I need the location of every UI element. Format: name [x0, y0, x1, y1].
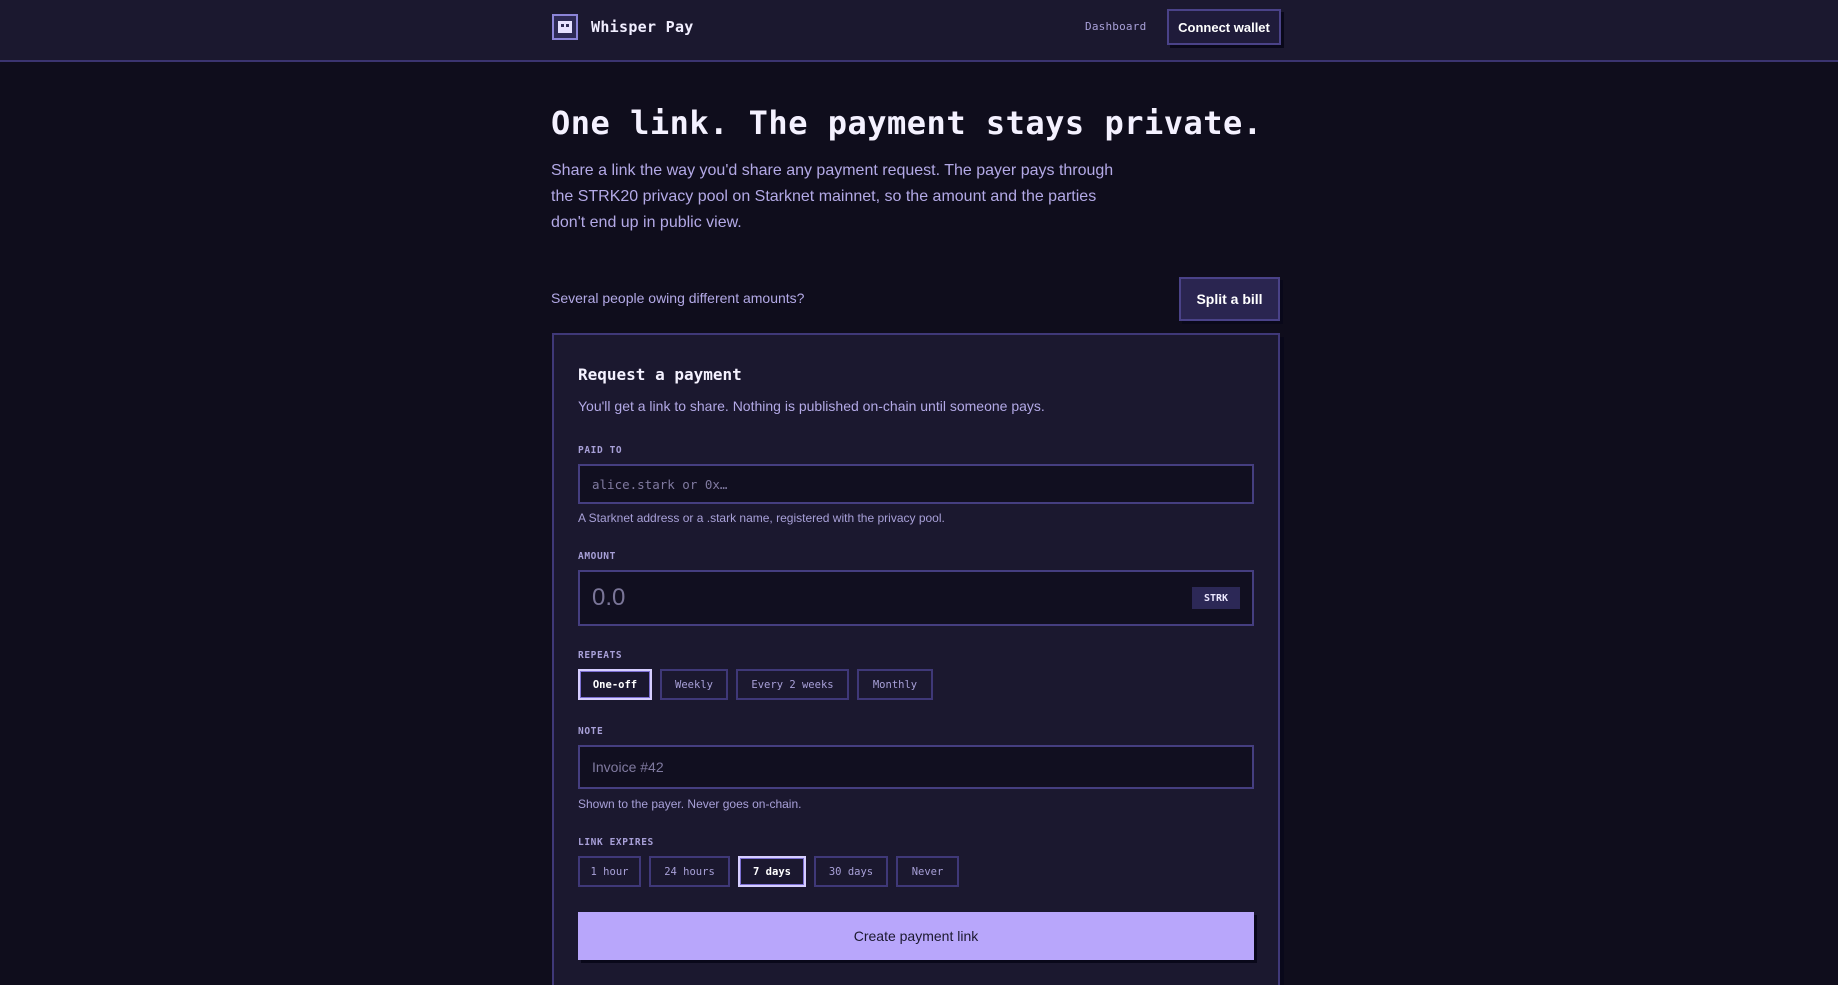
page-title: One link. The payment stays private.: [551, 104, 1263, 142]
card-title: Request a payment: [578, 365, 742, 384]
repeats-option-monthly[interactable]: Monthly: [857, 669, 933, 700]
amount-input[interactable]: [580, 572, 1180, 624]
expires-option-30-days[interactable]: 30 days: [814, 856, 888, 887]
brand-name: Whisper Pay: [591, 18, 694, 36]
split-bill-prompt: Several people owing different amounts?: [551, 290, 805, 306]
page-subtitle: Share a link the way you'd share any pay…: [551, 162, 1114, 231]
brand[interactable]: Whisper Pay: [552, 14, 694, 40]
card-subtitle: You'll get a link to share. Nothing is p…: [578, 398, 1045, 414]
paid-to-input[interactable]: [578, 464, 1254, 504]
paid-to-hint: A Starknet address or a .stark name, reg…: [578, 511, 945, 525]
note-label: NOTE: [578, 726, 604, 737]
repeats-option-every-2-weeks[interactable]: Every 2 weeks: [736, 669, 849, 700]
link-expires-label: LINK EXPIRES: [578, 837, 654, 848]
create-payment-link-button[interactable]: Create payment link: [578, 912, 1254, 960]
expires-option-7-days[interactable]: 7 days: [738, 856, 806, 887]
whisper-pay-logo-icon: [552, 14, 578, 40]
repeats-label: REPEATS: [578, 650, 623, 661]
amount-label: AMOUNT: [578, 551, 616, 562]
link-expires-options: 1 hour 24 hours 7 days 30 days Never: [578, 856, 967, 887]
amount-field: STRK: [578, 570, 1254, 626]
expires-option-1-hour[interactable]: 1 hour: [578, 856, 641, 887]
request-payment-card: Request a payment You'll get a link to s…: [552, 333, 1280, 985]
note-input[interactable]: [578, 745, 1254, 789]
logo-face: [558, 21, 572, 33]
repeats-option-weekly[interactable]: Weekly: [660, 669, 728, 700]
currency-badge: STRK: [1192, 587, 1240, 609]
note-hint: Shown to the payer. Never goes on-chain.: [578, 797, 802, 811]
connect-wallet-button[interactable]: Connect wallet: [1167, 9, 1281, 45]
nav-dashboard-link[interactable]: Dashboard: [1085, 20, 1146, 33]
paid-to-label: PAID TO: [578, 445, 623, 456]
expires-option-never[interactable]: Never: [896, 856, 959, 887]
split-bill-button[interactable]: Split a bill: [1179, 277, 1280, 321]
repeats-options: One-off Weekly Every 2 weeks Monthly: [578, 669, 941, 700]
top-bar: Whisper Pay Dashboard Connect wallet: [0, 0, 1838, 62]
expires-option-24-hours[interactable]: 24 hours: [649, 856, 730, 887]
repeats-option-one-off[interactable]: One-off: [578, 669, 652, 700]
